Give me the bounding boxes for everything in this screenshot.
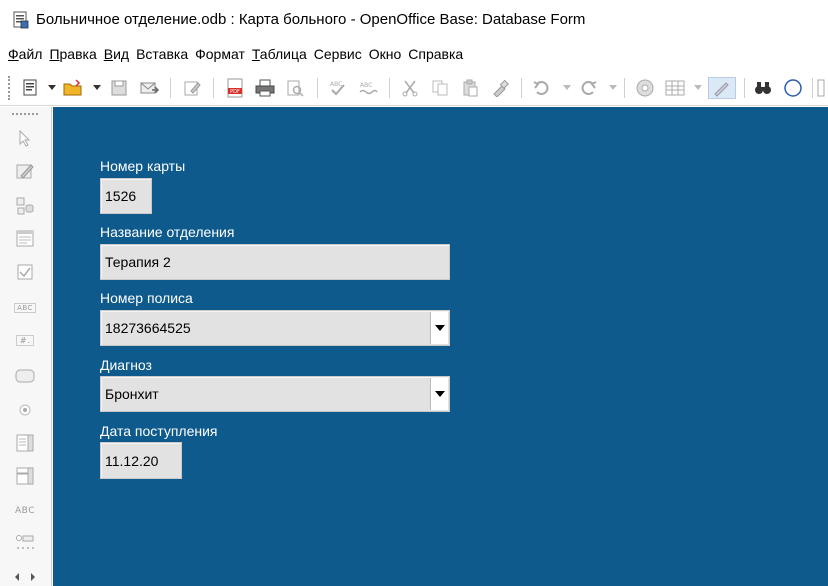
department-name-value: Терапия 2 <box>105 254 171 270</box>
chevron-down-icon <box>434 325 445 331</box>
title-bar: Больничное отделение.odb : Карта больног… <box>0 0 828 40</box>
policy-number-label: Номер полиса <box>100 290 193 306</box>
label-field-label: ABC <box>15 506 35 516</box>
menu-tools[interactable]: Сервис <box>314 44 369 64</box>
menu-window[interactable]: Окно <box>369 44 409 64</box>
card-number-label: Номер карты <box>100 158 186 174</box>
undo-icon[interactable] <box>531 77 553 99</box>
new-dropdown-arrow[interactable] <box>48 85 56 90</box>
form-canvas: Номер карты 1526 Название отделения Тера… <box>53 107 828 586</box>
edit-file-icon[interactable] <box>20 77 42 99</box>
diagnosis-dropdown[interactable]: Бронхит <box>100 376 450 412</box>
redo-icon[interactable] <box>577 77 599 99</box>
card-number-field[interactable]: 1526 <box>100 178 152 214</box>
option-button-icon[interactable] <box>13 399 37 421</box>
toolbar-overflow-icon[interactable] <box>815 77 827 99</box>
menu-insert[interactable]: Вставка <box>136 44 195 64</box>
autospellcheck-icon[interactable]: ABC <box>357 77 379 99</box>
department-name-field[interactable]: Терапия 2 <box>100 244 450 280</box>
chevron-down-icon <box>434 391 445 397</box>
copy-icon[interactable] <box>429 77 451 99</box>
draw-icon[interactable] <box>708 77 736 99</box>
text-box-label: ABC <box>14 303 36 313</box>
undo-dropdown-arrow[interactable] <box>563 85 571 90</box>
table-dropdown-arrow[interactable] <box>694 85 702 90</box>
text-box-icon[interactable]: ABC <box>13 297 37 319</box>
policy-number-value: 18273664525 <box>105 320 191 336</box>
diagnosis-dropdown-button[interactable] <box>430 378 448 410</box>
export-pdf-icon[interactable]: PDF <box>224 77 246 99</box>
form-properties-icon[interactable] <box>13 228 37 250</box>
sidebar-grip[interactable] <box>12 113 38 115</box>
clone-format-icon[interactable] <box>489 77 511 99</box>
form-controls-toolbar: ABC #. ABC <box>0 107 52 586</box>
menu-bar: Файл Правка Вид Вставка Формат Таблица С… <box>0 42 828 66</box>
toolbar-grip[interactable] <box>8 76 11 100</box>
open-folder-icon[interactable] <box>62 77 84 99</box>
more-controls-icon[interactable] <box>13 532 37 554</box>
select-pointer-icon[interactable] <box>13 127 37 149</box>
page-preview-icon[interactable] <box>284 77 306 99</box>
policy-number-dropdown-button[interactable] <box>430 312 448 344</box>
standard-toolbar: PDF ABC ABC <box>0 70 828 106</box>
formatted-field-label: #. <box>15 334 35 346</box>
admission-date-field[interactable]: 11.12.20 <box>100 442 182 479</box>
email-icon[interactable] <box>138 77 160 99</box>
sidebar-overflow-icon[interactable] <box>13 569 37 583</box>
menu-help[interactable]: Справка <box>408 44 470 64</box>
formatted-field-icon[interactable]: #. <box>13 329 37 351</box>
navigator-icon[interactable] <box>634 77 656 99</box>
menu-edit[interactable]: Правка <box>49 44 103 64</box>
print-icon[interactable] <box>254 77 276 99</box>
save-icon[interactable] <box>108 77 130 99</box>
combo-box-icon[interactable] <box>13 465 37 487</box>
label-field-icon[interactable]: ABC <box>13 500 37 522</box>
policy-number-dropdown[interactable]: 18273664525 <box>100 310 450 346</box>
database-form-app-icon <box>12 11 30 29</box>
department-name-label: Название отделения <box>100 224 235 240</box>
checkbox-icon[interactable] <box>13 261 37 283</box>
menu-table[interactable]: Таблица <box>252 44 314 64</box>
find-icon[interactable] <box>752 77 774 99</box>
admission-date-value: 11.12.20 <box>105 452 159 469</box>
table-icon[interactable] <box>664 77 686 99</box>
open-dropdown-arrow[interactable] <box>93 85 101 90</box>
design-mode-icon[interactable] <box>13 160 37 182</box>
svg-text:ABC: ABC <box>360 82 372 89</box>
cut-icon[interactable] <box>399 77 421 99</box>
paste-icon[interactable] <box>459 77 481 99</box>
edit-mode-icon[interactable] <box>181 77 203 99</box>
diagnosis-value: Бронхит <box>105 386 159 402</box>
card-number-value: 1526 <box>105 188 137 204</box>
svg-text:ABC: ABC <box>330 81 342 88</box>
hyperlink-icon[interactable] <box>782 77 804 99</box>
diagnosis-label: Диагноз <box>100 357 152 373</box>
window-title: Больничное отделение.odb : Карта больног… <box>36 11 586 28</box>
menu-format[interactable]: Формат <box>195 44 252 64</box>
menu-file[interactable]: Файл <box>8 44 49 64</box>
form-control-icon[interactable] <box>13 195 37 217</box>
list-box-icon[interactable] <box>13 432 37 454</box>
svg-text:PDF: PDF <box>230 89 240 95</box>
spellcheck-icon[interactable]: ABC <box>327 77 349 99</box>
push-button-icon[interactable] <box>13 365 37 387</box>
menu-view[interactable]: Вид <box>104 44 136 64</box>
admission-date-label: Дата поступления <box>100 423 218 439</box>
redo-dropdown-arrow[interactable] <box>609 85 617 90</box>
